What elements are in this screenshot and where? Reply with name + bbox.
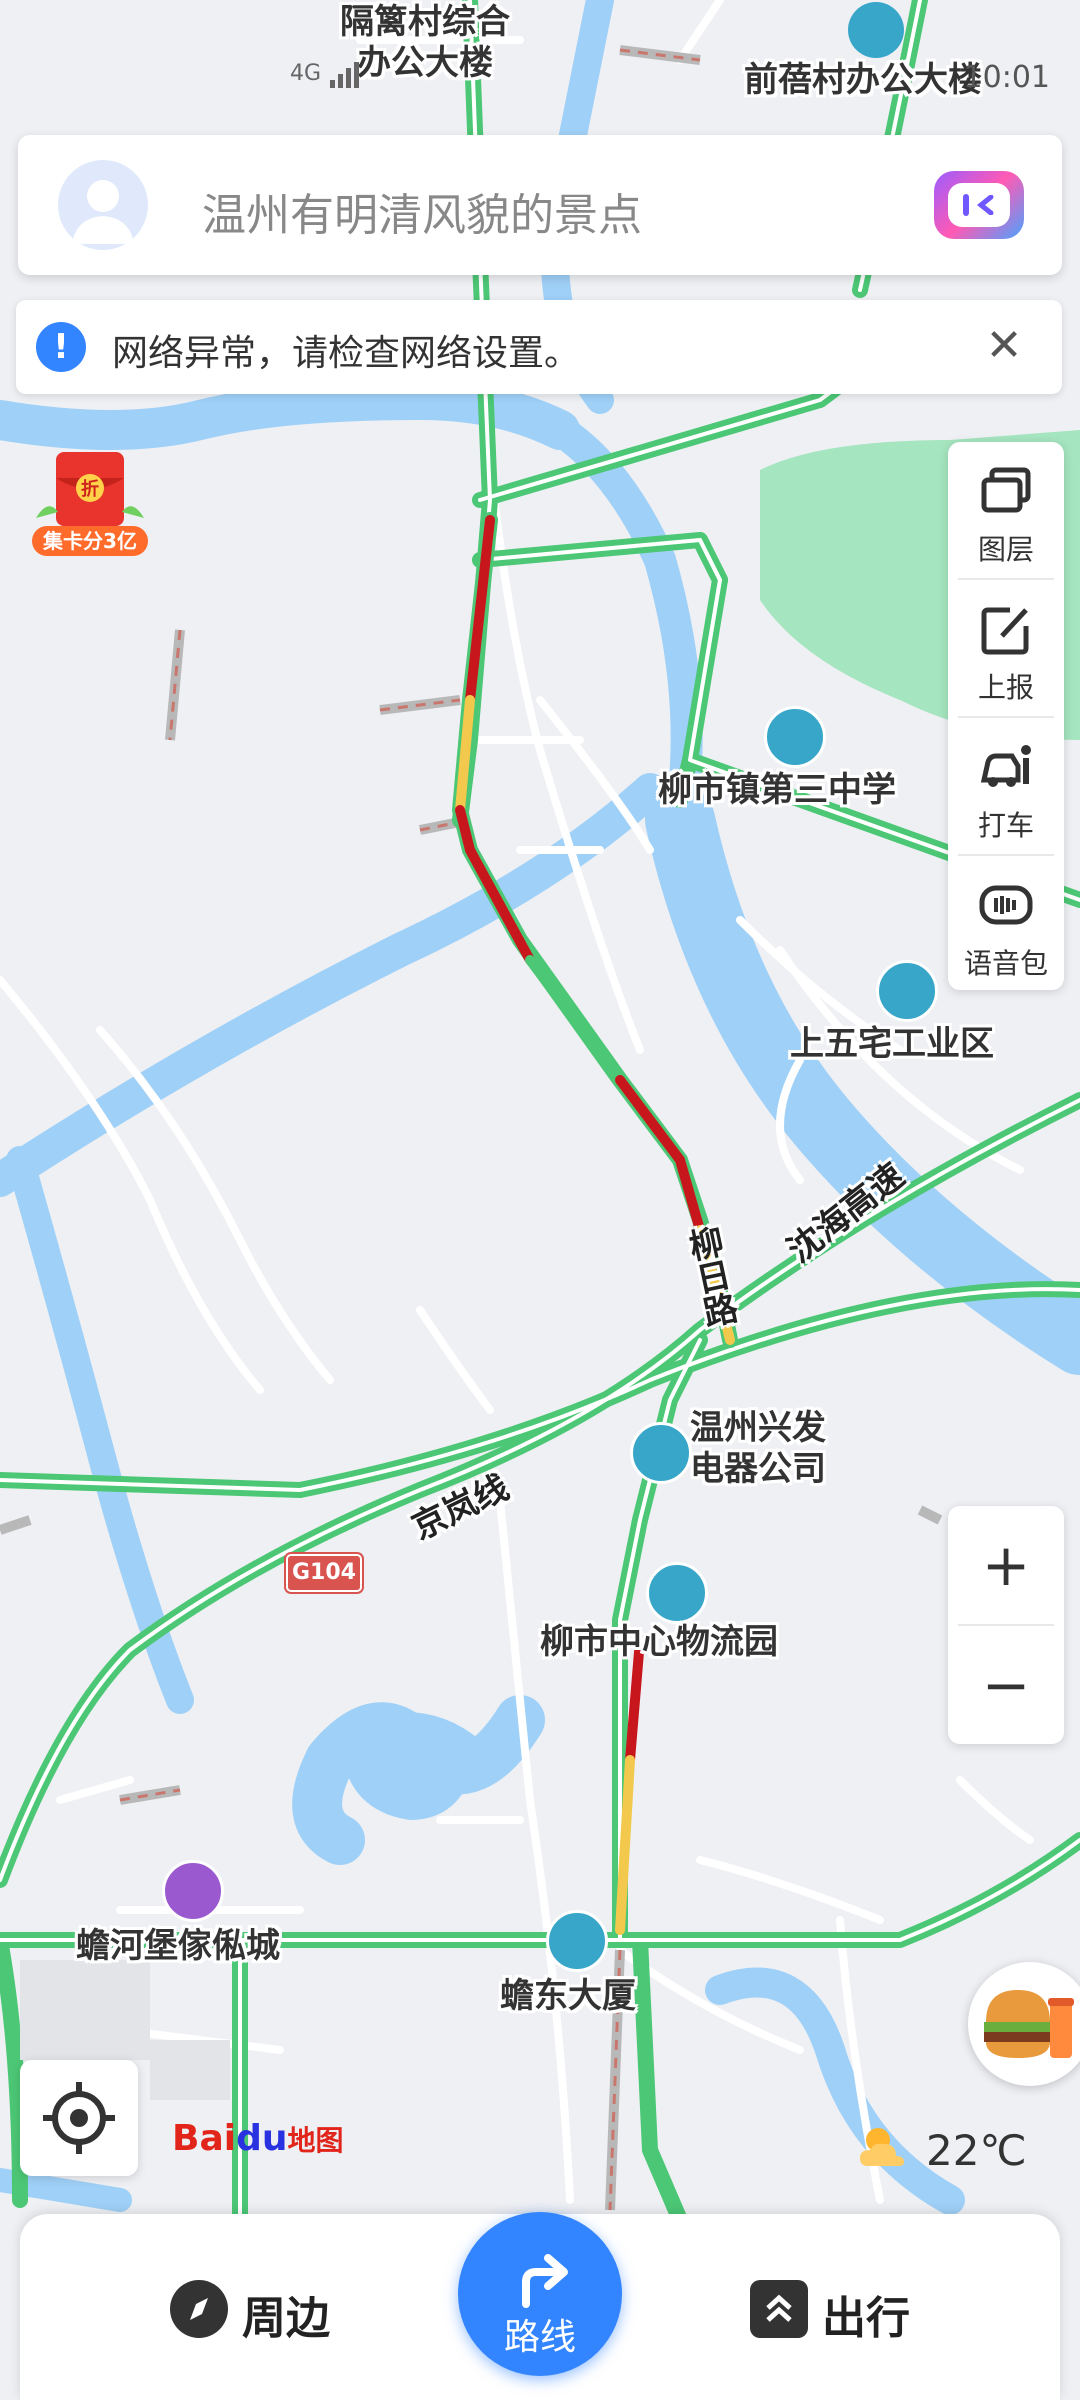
ai-assistant-icon[interactable]	[934, 171, 1024, 239]
layers-label: 图层	[977, 533, 1034, 566]
voice-pack-label: 语音包	[963, 947, 1048, 980]
poi-icon-building[interactable]	[848, 2, 904, 58]
burger-icon	[984, 1990, 1074, 2058]
poi-label-xingfa-electric[interactable]: 温州兴发 电器公司	[690, 1408, 826, 1490]
locate-icon	[43, 2082, 115, 2154]
compass-icon	[170, 2280, 228, 2338]
warning-icon: !	[36, 322, 86, 372]
status-time: 10:01	[963, 60, 1050, 95]
avatar-icon	[72, 180, 134, 244]
taxi-label: 打车	[977, 809, 1034, 842]
trip-label: 出行	[822, 2293, 910, 2344]
side-toolbar: 图层 上报 打车 语音包	[948, 442, 1064, 990]
voice-pack-button[interactable]: 语音包	[948, 856, 1064, 993]
promo-text: 集卡分3亿	[42, 529, 137, 553]
user-avatar[interactable]	[58, 160, 148, 250]
poi-icon-company[interactable]	[630, 1422, 692, 1484]
report-icon	[981, 607, 1029, 655]
locate-button[interactable]	[20, 2060, 138, 2176]
poi-label-logistics-park[interactable]: 柳市中心物流园	[540, 1622, 778, 1663]
zoom-controls: + −	[948, 1506, 1064, 1744]
report-button[interactable]: 上报	[948, 580, 1064, 717]
network-error-text: 网络异常，请检查网络设置。	[112, 333, 581, 374]
route-button[interactable]: 路线	[458, 2212, 622, 2376]
weather-widget[interactable]: 22℃	[854, 2122, 1027, 2182]
network-error-banner: ! 网络异常，请检查网络设置。 ✕	[16, 300, 1062, 394]
poi-icon-tower[interactable]	[546, 1910, 608, 1972]
nearby-label: 周边	[242, 2293, 330, 2344]
network-indicator: 4G	[290, 60, 368, 88]
poi-label-qianbeicun[interactable]: 前蓓村办公大楼	[744, 60, 982, 101]
layers-icon	[981, 467, 1031, 513]
poi-icon-furniture[interactable]	[162, 1860, 224, 1922]
taxi-icon	[980, 745, 1031, 787]
baidu-map-logo: Baidu地图	[172, 2118, 344, 2159]
poi-label-furniture-city[interactable]: 蟾河堡傢俬城	[76, 1926, 280, 1967]
poi-label-chandong-tower[interactable]: 蟾东大厦	[500, 1976, 636, 2017]
search-bar[interactable]: 温州有明清风貌的景点	[18, 135, 1062, 275]
red-envelope-icon: 折 集卡分3亿	[32, 452, 148, 556]
promo-red-envelope[interactable]: 折 集卡分3亿	[28, 448, 152, 560]
promo-badge: 折	[81, 478, 99, 500]
report-label: 上报	[977, 671, 1034, 704]
poi-icon-industrial[interactable]	[876, 960, 938, 1022]
poi-label-shangwuzhai[interactable]: 上五宅工业区	[790, 1024, 994, 1065]
poi-icon-school[interactable]	[764, 706, 826, 768]
close-icon[interactable]: ✕	[976, 318, 1032, 374]
zoom-in-button[interactable]: +	[948, 1506, 1064, 1624]
food-promo-badge[interactable]	[968, 1962, 1080, 2086]
road-shield-g104: G104	[286, 1554, 362, 1592]
search-placeholder[interactable]: 温州有明清风貌的景点	[202, 179, 642, 243]
temperature: 22℃	[926, 2126, 1027, 2175]
zoom-out-button[interactable]: −	[948, 1626, 1064, 1744]
poi-label-third-middle-school[interactable]: 柳市镇第三中学	[658, 770, 896, 811]
poi-icon-logistics[interactable]	[646, 1562, 708, 1624]
layers-button[interactable]: 图层	[948, 442, 1064, 579]
taxi-button[interactable]: 打车	[948, 718, 1064, 855]
trip-icon	[750, 2280, 808, 2338]
voice-pack-icon	[979, 885, 1033, 925]
signal-icon	[330, 62, 360, 88]
route-label: 路线	[503, 2317, 576, 2358]
partly-cloudy-icon	[860, 2128, 904, 2166]
